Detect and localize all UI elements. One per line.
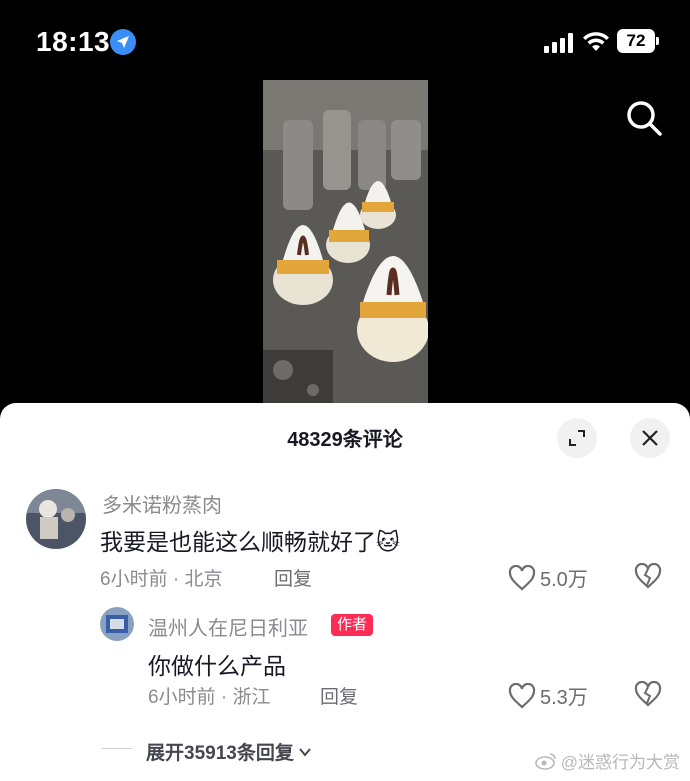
expand-replies-label: 展开35913条回复: [146, 743, 294, 764]
avatar[interactable]: [100, 607, 134, 641]
close-icon: [642, 430, 658, 446]
search-icon[interactable]: [624, 98, 664, 138]
heart-icon: [508, 564, 536, 590]
avatar[interactable]: [26, 489, 86, 549]
comment-body: 我要是也能这么顺畅就好了: [100, 529, 376, 555]
like-count: 5.3万: [540, 687, 588, 709]
dislike-icon[interactable]: [634, 563, 662, 589]
close-button[interactable]: [630, 418, 670, 458]
like-button[interactable]: 5.3万: [508, 681, 588, 710]
like-button[interactable]: 5.0万: [508, 563, 588, 592]
reply-button[interactable]: 回复: [320, 682, 358, 709]
watermark-text: @迷惑行为大赏: [560, 753, 680, 772]
dislike-icon[interactable]: [634, 681, 662, 707]
weibo-logo-icon: [534, 752, 556, 770]
cellular-signal-icon: [544, 33, 573, 53]
video-frame-image: [263, 80, 428, 406]
comment-meta: 6小时前 · 北京: [100, 569, 223, 590]
expand-icon: [569, 430, 585, 446]
heart-icon: [508, 682, 536, 708]
chevron-down-icon: [299, 747, 311, 757]
author-badge: 作者: [331, 614, 374, 636]
expand-sheet-button[interactable]: [557, 418, 597, 458]
reply-username[interactable]: 温州人在尼日利亚: [148, 612, 308, 641]
like-count: 5.0万: [540, 569, 588, 591]
battery-indicator: 72: [617, 29, 659, 53]
wifi-icon: [583, 32, 609, 51]
divider: [102, 748, 132, 749]
comment-text: 我要是也能这么顺畅就好了🐱: [100, 523, 400, 557]
expand-replies-button[interactable]: 展开35913条回复: [146, 738, 313, 765]
reply-meta: 6小时前 · 浙江: [148, 687, 271, 708]
location-arrow-icon: [110, 29, 136, 55]
reply-text: 你做什么产品: [148, 653, 286, 679]
video-player[interactable]: [263, 80, 428, 406]
watermark: @迷惑行为大赏: [534, 748, 680, 773]
battery-level: 72: [617, 29, 655, 53]
comment-username[interactable]: 多米诺粉蒸肉: [102, 489, 222, 518]
cat-emoji: 🐱: [376, 529, 400, 555]
reply-button[interactable]: 回复: [274, 564, 312, 591]
status-time: 18:13: [36, 26, 111, 57]
comments-sheet: 48329条评论 多米诺粉蒸肉 我要是也能这么顺畅就好了🐱 6小时前 · 北京 …: [0, 403, 690, 781]
status-bar: 18:13 72: [0, 0, 690, 80]
